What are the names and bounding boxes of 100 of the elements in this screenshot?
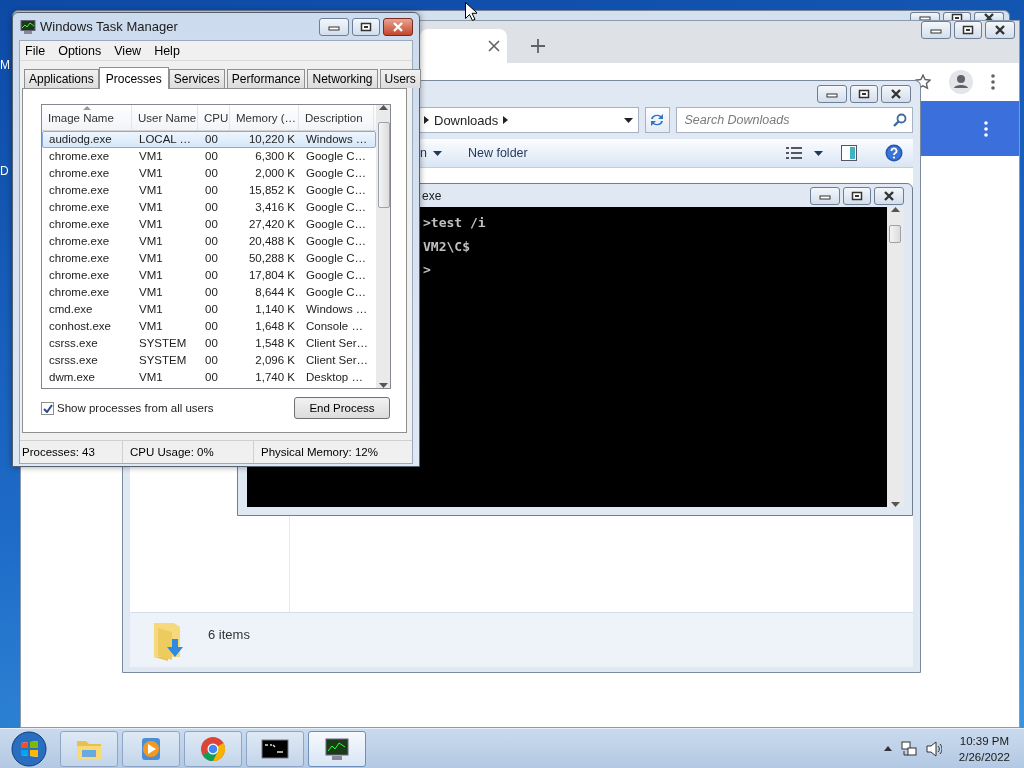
windows-logo-icon [10,729,48,768]
table-cell-text: Google C… [305,166,368,181]
column-header[interactable]: Description [299,105,374,130]
profile-icon[interactable] [949,70,973,94]
console-line: VM2\C$ [423,238,471,256]
close-button[interactable] [881,84,911,103]
view-list-icon[interactable] [786,146,802,160]
preview-pane-icon[interactable] [841,145,857,161]
close-button[interactable] [383,17,413,36]
tab[interactable]: Applications [24,69,99,88]
minimize-button[interactable] [810,186,840,205]
desktop-icon-label[interactable]: M [0,58,10,72]
menu-item[interactable]: File [22,43,54,58]
taskbar-button[interactable] [246,730,304,767]
table-cell-text: VM1 [138,149,164,164]
sort-arrow-icon [82,106,91,110]
taskbar-button[interactable] [308,730,366,767]
table-cell-text: Google C… [305,149,368,164]
scroll-thumb[interactable] [378,122,390,208]
dropdown-icon[interactable] [623,117,633,123]
speaker-icon[interactable] [925,740,942,757]
process-row[interactable]: conhost.exe VM1 00 1,648 K Console … [42,318,376,335]
maximize-button[interactable] [850,84,878,103]
scroll-up-icon [891,207,900,212]
caret-up-icon[interactable] [883,746,892,751]
desktop-icon-label[interactable]: D [0,164,9,178]
clock-time[interactable]: 10:39 PM [959,732,1010,749]
process-row[interactable]: csrss.exe SYSTEM 00 2,096 K Client Ser… [42,352,376,369]
process-row[interactable]: chrome.exe VM1 00 6,300 K Google C… [42,148,376,165]
process-row[interactable]: chrome.exe VM1 00 20,488 K Google C… [42,233,376,250]
end-process-button[interactable]: End Process [294,397,390,419]
process-row[interactable]: cmd.exe VM1 00 1,140 K Windows … [42,301,376,318]
process-row[interactable]: chrome.exe VM1 00 27,420 K Google C… [42,216,376,233]
table-cell-text: 00 [204,319,219,334]
table-cell-text: 00 [204,251,219,266]
checkbox-label[interactable]: Show processes from all users [57,402,214,414]
table-cell-text: 50,288 K [247,251,296,266]
start-button[interactable] [8,729,50,768]
tab[interactable]: Users [379,69,421,88]
table-cell-text: 00 [204,268,219,283]
maximize-icon [851,190,863,201]
tab[interactable]: Performance [226,69,306,88]
tab[interactable]: Services [168,69,225,88]
table-cell-text: 17,804 K [247,268,296,283]
process-row[interactable]: audiodg.exe LOCAL … 00 10,220 K Windows … [42,131,376,148]
table-cell-text: 2,096 K [254,353,296,368]
dropdown-icon[interactable] [432,150,442,156]
table-cell-text: VM1 [138,319,164,334]
toolbar-button[interactable]: n [420,146,427,160]
status-text: CPU Usage: 0% [123,441,254,463]
checkbox[interactable] [41,401,54,415]
menu-item[interactable]: View [111,43,150,58]
tab[interactable]: Processes [98,67,169,89]
menu-item[interactable]: Help [151,43,188,58]
process-row[interactable]: chrome.exe VM1 00 2,000 K Google C… [42,165,376,182]
menu-icon[interactable] [991,74,995,90]
menu-icon[interactable] [984,120,988,137]
help-icon[interactable] [885,144,903,162]
maximize-button[interactable] [954,21,982,39]
maximize-button[interactable] [352,17,380,36]
process-row[interactable]: csrss.exe SYSTEM 00 1,548 K Client Ser… [42,335,376,352]
maximize-button[interactable] [843,186,871,205]
chevron-icon[interactable] [503,116,509,124]
network-icon[interactable] [900,740,917,757]
column-header[interactable]: Memory (… [230,105,299,130]
table-cell-text: csrss.exe [48,336,99,351]
scrollbar[interactable] [887,207,904,507]
clock-date[interactable]: 2/26/2022 [958,748,1010,765]
process-row[interactable]: chrome.exe VM1 00 17,804 K Google C… [42,267,376,284]
scrollbar[interactable] [376,105,390,388]
menu-item[interactable]: Options [55,43,110,58]
tab[interactable]: Networking [307,69,378,88]
scroll-up-icon [378,105,388,110]
scroll-down-icon [378,383,388,388]
new-tab-button[interactable] [531,39,545,53]
scroll-down-icon [891,502,900,507]
minimize-button[interactable] [817,84,847,103]
close-tab-button[interactable] [488,40,500,52]
close-button[interactable] [874,186,904,205]
process-row[interactable]: chrome.exe VM1 00 3,416 K Google C… [42,199,376,216]
process-row[interactable]: chrome.exe VM1 00 8,644 K Google C… [42,284,376,301]
scroll-thumb[interactable] [889,225,901,243]
process-row[interactable]: dwm.exe VM1 00 1,740 K Desktop … [42,369,376,386]
column-header[interactable]: Image Name [42,105,132,130]
new-folder-button[interactable]: New folder [467,146,528,160]
table-cell-text: 8,644 K [254,285,296,300]
minimize-button[interactable] [921,21,951,39]
column-header[interactable]: CPU [198,105,230,130]
process-row[interactable]: chrome.exe VM1 00 50,288 K Google C… [42,250,376,267]
minimize-button[interactable] [319,17,349,36]
table-cell-text: chrome.exe [48,183,111,198]
star-icon[interactable] [915,74,931,90]
close-icon [890,88,902,99]
column-header[interactable]: User Name [132,105,198,130]
close-button[interactable] [985,21,1015,39]
search-field[interactable]: Search Downloads [675,107,913,133]
dropdown-icon[interactable] [814,150,823,156]
refresh-button[interactable] [644,107,670,133]
process-row[interactable]: chrome.exe VM1 00 15,852 K Google C… [42,182,376,199]
breadcrumb-item[interactable]: Downloads [434,112,499,128]
